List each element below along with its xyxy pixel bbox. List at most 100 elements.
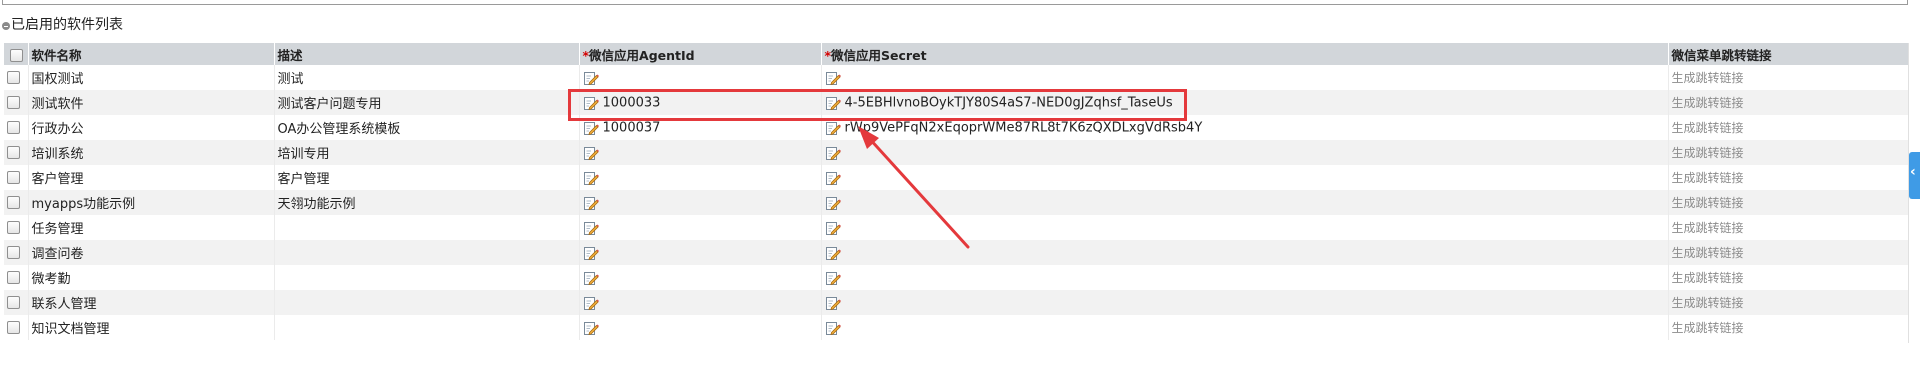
row-select-cell[interactable] (4, 315, 29, 340)
section-title: 已启用的软件列表 (11, 17, 123, 33)
generate-link-button[interactable]: 生成跳转链接 (1672, 246, 1744, 260)
agentid-cell (579, 65, 822, 90)
link-cell: 生成跳转链接 (1668, 215, 1909, 240)
generate-link-button[interactable]: 生成跳转链接 (1672, 121, 1744, 135)
col-header-description[interactable]: 描述 (274, 43, 580, 65)
row-select-cell[interactable] (4, 290, 29, 315)
edit-icon[interactable] (583, 245, 599, 261)
row-checkbox[interactable] (7, 221, 20, 234)
col-header-agentid[interactable]: *微信应用AgentId (579, 43, 822, 65)
row-select-cell[interactable] (4, 165, 29, 190)
secret-cell (821, 190, 1669, 215)
row-select-cell[interactable] (4, 240, 29, 265)
row-checkbox[interactable] (7, 321, 20, 334)
generate-link-button[interactable]: 生成跳转链接 (1672, 96, 1744, 110)
row-checkbox[interactable] (7, 296, 20, 309)
row-checkbox[interactable] (7, 171, 20, 184)
generate-link-button[interactable]: 生成跳转链接 (1672, 196, 1744, 210)
edit-icon[interactable] (583, 145, 599, 161)
edit-icon[interactable] (825, 245, 841, 261)
edit-icon[interactable] (583, 320, 599, 336)
row-select-cell[interactable] (4, 190, 29, 215)
secret-value: rWp9VePFqN2xEqoprWMe87RL8t7K6zQXDLxgVdRs… (844, 120, 1203, 135)
agentid-value: 1000033 (602, 95, 661, 110)
generate-link-button[interactable]: 生成跳转链接 (1672, 321, 1744, 335)
edit-icon[interactable] (825, 195, 841, 211)
table-row: myapps功能示例 天翎功能示例 生成跳转链接 (4, 190, 1909, 215)
row-select-cell[interactable] (4, 90, 29, 115)
row-select-cell[interactable] (4, 65, 29, 90)
row-checkbox[interactable] (7, 271, 20, 284)
secret-cell (821, 215, 1669, 240)
row-checkbox[interactable] (7, 146, 20, 159)
row-checkbox[interactable] (7, 96, 20, 109)
edit-icon[interactable] (583, 70, 599, 86)
table-row: 客户管理 客户管理 生成跳转链接 (4, 165, 1909, 190)
generate-link-button[interactable]: 生成跳转链接 (1672, 271, 1744, 285)
edit-icon[interactable] (583, 270, 599, 286)
row-checkbox[interactable] (7, 196, 20, 209)
edit-icon[interactable] (825, 145, 841, 161)
table-row: 测试软件 测试客户问题专用 1000033 4-5EBHlvnoBOykTJY80S4… (4, 90, 1909, 115)
edit-icon[interactable] (825, 320, 841, 336)
select-all-checkbox[interactable] (10, 48, 23, 62)
row-select-cell[interactable] (4, 265, 29, 290)
edit-icon[interactable] (825, 95, 841, 111)
secret-cell (821, 65, 1669, 90)
description-cell: OA办公管理系统模板 (274, 115, 580, 140)
agentid-cell: 1000037 (579, 115, 822, 140)
top-panel-border (2, 0, 1908, 5)
secret-cell (821, 240, 1669, 265)
description-cell: 客户管理 (274, 165, 580, 190)
description-cell (274, 315, 580, 340)
software-name-cell: 客户管理 (28, 165, 275, 190)
table-row: 任务管理 生成跳转链接 (4, 215, 1909, 240)
edit-icon[interactable] (583, 220, 599, 236)
link-cell: 生成跳转链接 (1668, 265, 1909, 290)
generate-link-button[interactable]: 生成跳转链接 (1672, 296, 1744, 310)
generate-link-button[interactable]: 生成跳转链接 (1672, 171, 1744, 185)
edit-icon[interactable] (825, 120, 841, 136)
edit-icon[interactable] (583, 170, 599, 186)
generate-link-button[interactable]: 生成跳转链接 (1672, 221, 1744, 235)
col-header-secret[interactable]: *微信应用Secret (821, 43, 1669, 65)
side-collapse-tab[interactable] (1909, 152, 1920, 199)
edit-icon[interactable] (825, 295, 841, 311)
edit-icon[interactable] (825, 170, 841, 186)
software-name-cell: 联系人管理 (28, 290, 275, 315)
col-header-secret-label: 微信应用Secret (831, 47, 927, 63)
description-cell: 测试 (274, 65, 580, 90)
software-name-cell: 微考勤 (28, 265, 275, 290)
agentid-cell (579, 240, 822, 265)
software-name-cell: 行政办公 (28, 115, 275, 140)
generate-link-button[interactable]: 生成跳转链接 (1672, 71, 1744, 85)
row-checkbox[interactable] (7, 121, 20, 134)
edit-icon[interactable] (583, 120, 599, 136)
agentid-cell (579, 265, 822, 290)
select-all-header[interactable] (4, 43, 29, 65)
agentid-value: 1000037 (602, 120, 661, 135)
edit-icon[interactable] (583, 195, 599, 211)
agentid-cell (579, 215, 822, 240)
edit-icon[interactable] (583, 95, 599, 111)
section-header[interactable]: 已启用的软件列表 (2, 16, 123, 34)
edit-icon[interactable] (825, 220, 841, 236)
software-table: 软件名称 描述 *微信应用AgentId *微信应用Secret 微信菜单跳转链… (4, 43, 1909, 340)
table-header-row: 软件名称 描述 *微信应用AgentId *微信应用Secret 微信菜单跳转链… (4, 43, 1909, 65)
collapse-icon[interactable] (2, 22, 10, 30)
col-header-name[interactable]: 软件名称 (28, 43, 275, 65)
row-checkbox[interactable] (7, 71, 20, 84)
software-name-cell: myapps功能示例 (28, 190, 275, 215)
col-header-link[interactable]: 微信菜单跳转链接 (1668, 43, 1909, 65)
secret-cell (821, 265, 1669, 290)
edit-icon[interactable] (825, 270, 841, 286)
row-select-cell[interactable] (4, 115, 29, 140)
table-row: 联系人管理 生成跳转链接 (4, 290, 1909, 315)
generate-link-button[interactable]: 生成跳转链接 (1672, 146, 1744, 160)
row-select-cell[interactable] (4, 140, 29, 165)
description-cell (274, 290, 580, 315)
row-select-cell[interactable] (4, 215, 29, 240)
edit-icon[interactable] (583, 295, 599, 311)
edit-icon[interactable] (825, 70, 841, 86)
row-checkbox[interactable] (7, 246, 20, 259)
